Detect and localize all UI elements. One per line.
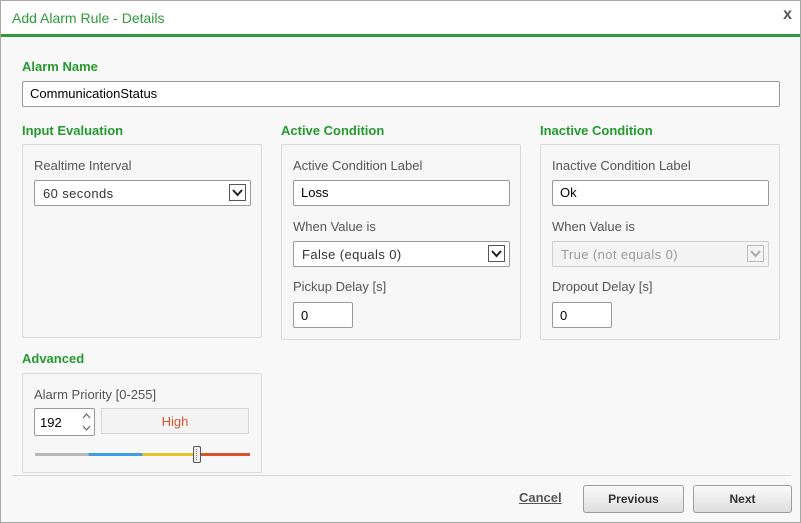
- dialog-title: Add Alarm Rule - Details: [12, 10, 165, 26]
- inactive-when-value-label: When Value is: [552, 219, 635, 234]
- inactive-when-value: True (not equals 0): [561, 247, 678, 262]
- realtime-interval-label: Realtime Interval: [34, 158, 132, 173]
- inactive-when-value-select: True (not equals 0): [552, 241, 769, 267]
- advanced-panel: Alarm Priority [0-255] 192 High: [22, 373, 262, 473]
- alarm-name-input[interactable]: CommunicationStatus: [22, 81, 780, 107]
- footer-divider: [12, 475, 791, 476]
- priority-level-text: High: [161, 414, 189, 429]
- input-evaluation-panel: Realtime Interval 60 seconds: [22, 144, 262, 338]
- dialog-titlebar: Add Alarm Rule - Details x: [1, 1, 800, 37]
- alarm-priority-label: Alarm Priority [0-255]: [34, 387, 157, 402]
- active-when-value-select[interactable]: False (equals 0): [293, 241, 510, 267]
- inactive-condition-panel: Inactive Condition Label Ok When Value i…: [540, 144, 780, 340]
- cancel-link[interactable]: Cancel: [519, 490, 562, 505]
- active-when-value-label: When Value is: [293, 219, 376, 234]
- active-when-value: False (equals 0): [302, 247, 402, 262]
- priority-level-badge: High: [101, 408, 249, 434]
- pickup-delay-input[interactable]: 0: [293, 302, 353, 328]
- add-alarm-rule-dialog: Add Alarm Rule - Details x Alarm Name Co…: [0, 0, 801, 523]
- chevron-down-icon: [747, 245, 764, 262]
- active-condition-label-input[interactable]: Loss: [293, 180, 510, 206]
- alarm-name-label: Alarm Name: [22, 59, 98, 74]
- chevron-down-icon[interactable]: [488, 245, 505, 262]
- input-evaluation-title: Input Evaluation: [22, 123, 124, 138]
- inactive-condition-title: Inactive Condition: [540, 123, 653, 138]
- inactive-condition-label-caption: Inactive Condition Label: [552, 158, 691, 173]
- priority-slider[interactable]: [35, 446, 250, 464]
- alarm-priority-value: 192: [40, 415, 62, 430]
- dropout-delay-input[interactable]: 0: [552, 302, 612, 328]
- chevron-down-icon[interactable]: [229, 184, 246, 201]
- close-icon[interactable]: x: [783, 6, 792, 24]
- active-condition-title: Active Condition: [281, 123, 385, 138]
- active-condition-panel: Active Condition Label Loss When Value i…: [281, 144, 521, 340]
- realtime-interval-value: 60 seconds: [43, 186, 114, 201]
- inactive-condition-label-input[interactable]: Ok: [552, 180, 769, 206]
- alarm-priority-stepper[interactable]: 192: [34, 408, 95, 436]
- pickup-delay-label: Pickup Delay [s]: [293, 279, 387, 294]
- previous-button[interactable]: Previous: [583, 485, 684, 513]
- priority-slider-track: [35, 453, 250, 456]
- advanced-title: Advanced: [22, 351, 85, 366]
- stepper-arrows-icon[interactable]: [82, 412, 91, 432]
- dropout-delay-label: Dropout Delay [s]: [552, 279, 653, 294]
- priority-slider-handle[interactable]: [193, 446, 201, 463]
- realtime-interval-select[interactable]: 60 seconds: [34, 180, 251, 206]
- active-condition-label-caption: Active Condition Label: [293, 158, 423, 173]
- next-button[interactable]: Next: [693, 485, 792, 513]
